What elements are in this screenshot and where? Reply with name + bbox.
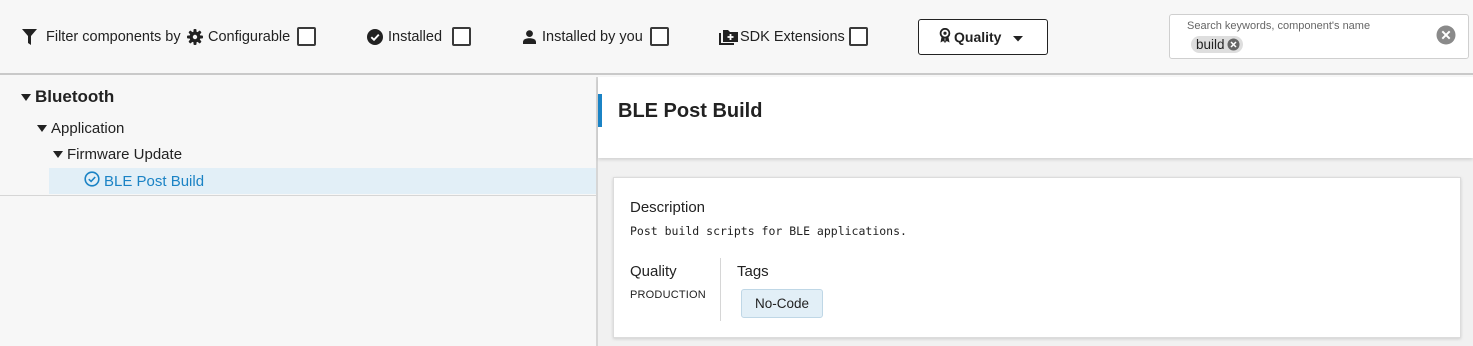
person-icon <box>523 30 536 44</box>
description-heading: Description <box>630 199 706 216</box>
installed-by-you-checkbox[interactable] <box>650 27 669 46</box>
expand-triangle-icon[interactable] <box>37 124 47 132</box>
detail-header: BLE Post Build <box>598 77 1473 158</box>
clear-search-icon[interactable] <box>1436 25 1456 50</box>
tags-heading: Tags <box>737 263 769 280</box>
award-ribbon-icon <box>939 27 951 46</box>
tree-divider <box>0 195 596 196</box>
component-details-card: Description Post build scripts for BLE a… <box>613 177 1461 338</box>
search-placeholder: Search keywords, component's name <box>1187 20 1371 32</box>
filter-toolbar: Filter components by Configurable Instal… <box>0 0 1473 75</box>
component-tree: Bluetooth Application Firmware Update BL… <box>0 77 596 346</box>
search-chip-label: build <box>1196 37 1225 52</box>
gear-icon <box>187 29 203 45</box>
quality-label: Quality <box>954 29 1002 45</box>
title-accent-bar <box>598 94 602 127</box>
detail-pane: BLE Post Build Description Post build sc… <box>598 77 1473 346</box>
quality-dropdown-button[interactable]: Quality <box>918 19 1048 55</box>
folder-plus-icon <box>719 29 738 45</box>
tree-node-bluetooth[interactable]: Bluetooth <box>21 85 114 109</box>
search-chip[interactable]: build <box>1191 36 1243 53</box>
search-field[interactable]: Search keywords, component's name build <box>1169 14 1469 59</box>
component-title: BLE Post Build <box>618 100 763 122</box>
check-circle-outline-icon <box>84 171 104 191</box>
check-circle-icon <box>367 29 383 45</box>
quality-tags-divider <box>720 258 721 321</box>
caret-down-icon <box>1013 29 1024 45</box>
expand-triangle-icon[interactable] <box>21 93 31 101</box>
sdk-extensions-checkbox[interactable] <box>849 27 868 46</box>
installed-checkbox[interactable] <box>452 27 471 46</box>
tree-node-application[interactable]: Application <box>37 116 124 140</box>
tag-chip[interactable]: No-Code <box>741 289 824 318</box>
expand-triangle-icon[interactable] <box>53 150 63 158</box>
filter-sdk-extensions: SDK Extensions <box>719 26 845 48</box>
filter-configurable: Configurable <box>187 26 290 48</box>
quality-value: PRODUCTION <box>630 289 706 301</box>
filter-installed: Installed <box>367 26 442 48</box>
filter-label: Filter components by <box>22 26 181 48</box>
chip-remove-icon[interactable] <box>1227 38 1240 55</box>
tree-node-firmware-update[interactable]: Firmware Update <box>53 142 182 166</box>
quality-heading: Quality <box>630 263 677 280</box>
description-text: Post build scripts for BLE applications. <box>630 224 907 238</box>
tree-node-ble-post-build[interactable]: BLE Post Build <box>49 168 596 194</box>
filter-icon <box>22 29 37 45</box>
configurable-checkbox[interactable] <box>297 27 316 46</box>
filter-installed-by-you: Installed by you <box>523 26 643 48</box>
